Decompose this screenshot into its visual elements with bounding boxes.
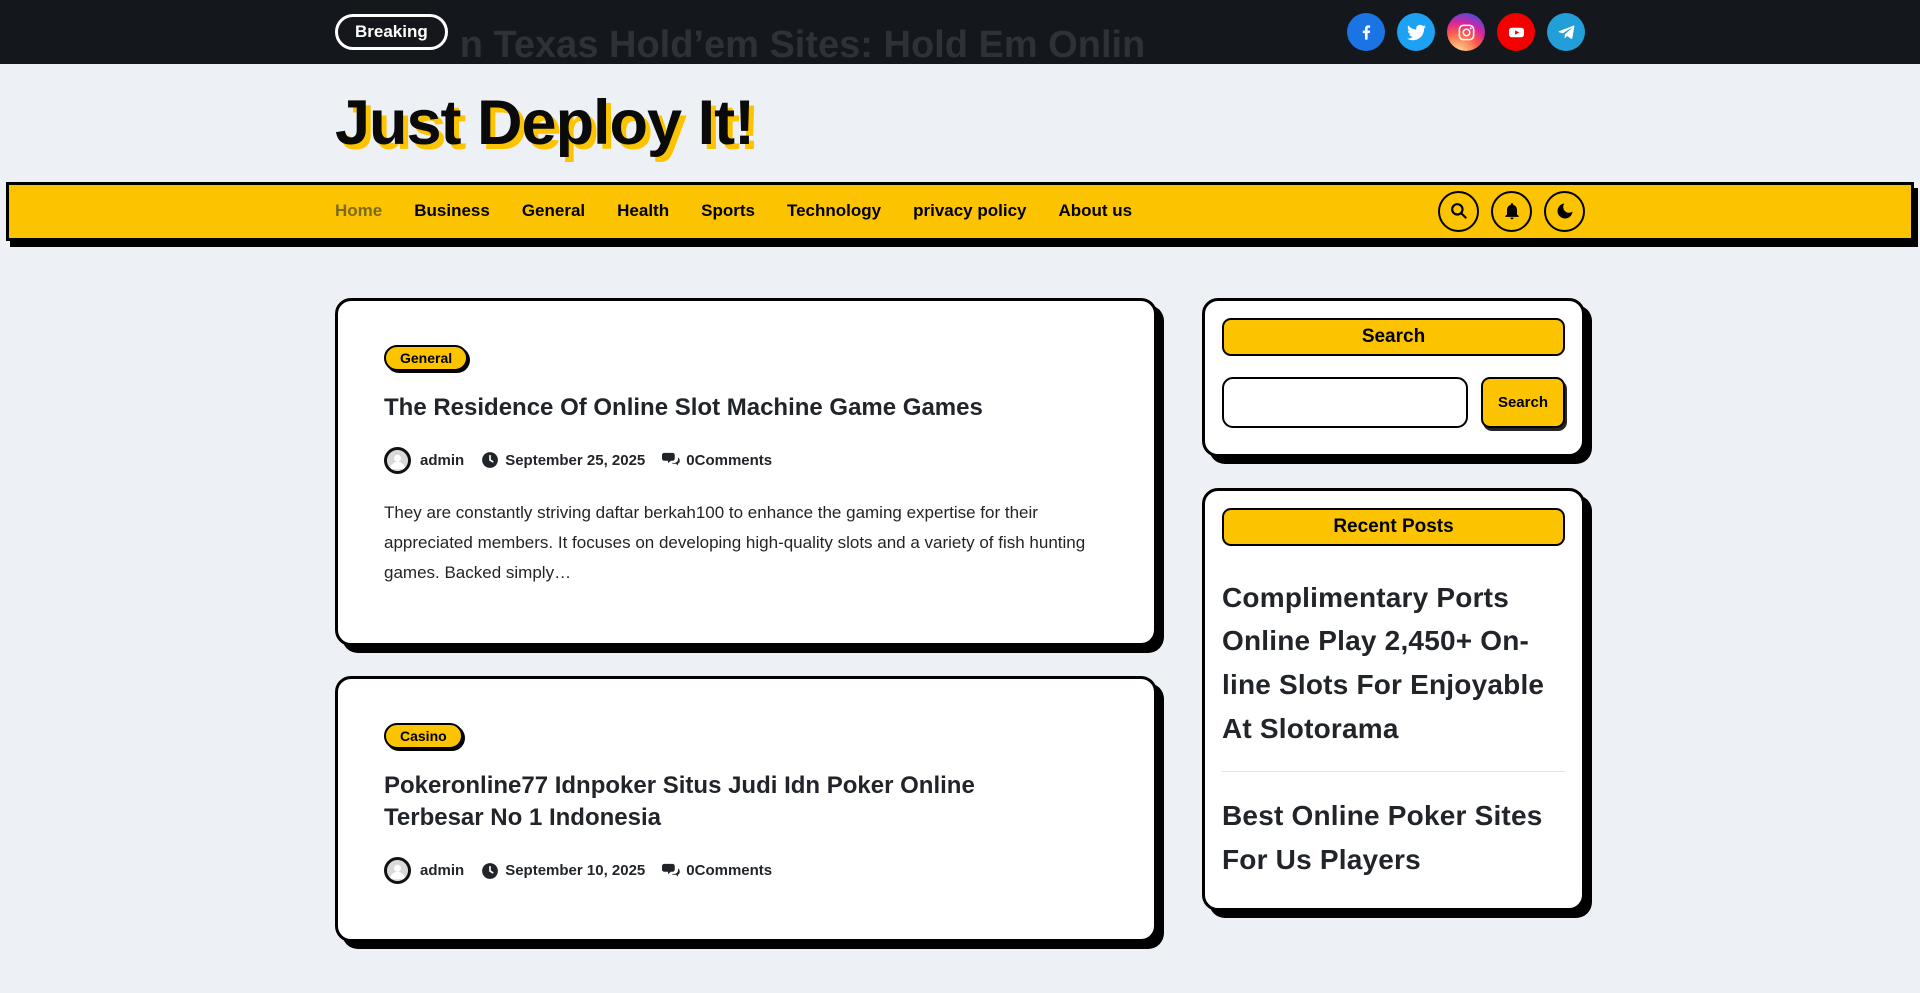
clock-icon (481, 862, 499, 880)
recent-posts-title: Recent Posts (1222, 508, 1565, 546)
comments-link[interactable]: 0Comments (686, 452, 772, 469)
post-title: Pokeronline77 Idnpoker Situs Judi Idn Po… (384, 770, 1074, 835)
recent-post-link[interactable]: Best Online Poker Sites For Us Players (1222, 794, 1565, 881)
avatar (384, 857, 411, 884)
site-title-link[interactable]: Just Deploy It! (335, 86, 775, 162)
nav-item-sports: Sports (701, 201, 755, 221)
youtube-icon[interactable] (1497, 13, 1535, 51)
post-title-link[interactable]: Pokeronline77 Idnpoker Situs Judi Idn Po… (384, 772, 975, 831)
news-ticker-headline[interactable]: n Texas Hold’em Sites: Hold Em Onlin (460, 13, 1317, 64)
category-badge[interactable]: General (384, 345, 468, 371)
moon-icon[interactable] (1544, 191, 1585, 232)
recent-posts-widget: Recent Posts Complimentary Ports Online … (1202, 488, 1585, 911)
nav-item-health: Health (617, 201, 669, 221)
search-widget: Search Search (1202, 298, 1585, 457)
post-comments: 0Comments (662, 451, 772, 469)
breaking-badge: Breaking (335, 14, 448, 50)
post-date: September 25, 2025 (481, 451, 645, 469)
divider (1222, 771, 1565, 772)
post-list: General The Residence Of Online Slot Mac… (335, 298, 1157, 973)
search-submit-button[interactable]: Search (1481, 377, 1565, 428)
search-form: Search (1222, 377, 1565, 428)
nav-item-privacy-policy: privacy policy (913, 201, 1026, 221)
social-links (1347, 13, 1585, 51)
main-content: General The Residence Of Online Slot Mac… (0, 241, 1920, 973)
twitter-icon[interactable] (1397, 13, 1435, 51)
post-title: The Residence Of Online Slot Machine Gam… (384, 392, 1074, 424)
search-widget-title: Search (1222, 318, 1565, 356)
comments-link[interactable]: 0Comments (686, 862, 772, 879)
bell-icon[interactable] (1491, 191, 1532, 232)
site-header: Just Deploy It! (0, 64, 1920, 182)
post-excerpt: They are constantly striving daftar berk… (384, 498, 1108, 588)
news-ticker: n Texas Hold’em Sites: Hold Em Onlin (460, 0, 1317, 64)
post-meta: admin September 10, 2025 0Comments (384, 857, 1108, 884)
comments-icon (662, 862, 680, 880)
telegram-icon[interactable] (1547, 13, 1585, 51)
post-meta: admin September 25, 2025 0Comments (384, 447, 1108, 474)
instagram-icon[interactable] (1447, 13, 1485, 51)
search-input[interactable] (1222, 377, 1468, 428)
avatar (384, 447, 411, 474)
post-comments: 0Comments (662, 862, 772, 880)
nav-item-technology: Technology (787, 201, 881, 221)
nav-menu: Home Business General Health Sports Tech… (335, 201, 1132, 221)
post-author-link[interactable]: admin (420, 452, 464, 469)
nav-item-about-us: About us (1058, 201, 1132, 221)
recent-posts-list: Complimentary Ports Online Play 2,450+ O… (1222, 576, 1565, 882)
nav-item-home: Home (335, 201, 382, 221)
breaking-bar: Breaking n Texas Hold’em Sites: Hold Em … (0, 0, 1920, 64)
page-title: Just Deploy It! (335, 86, 1585, 162)
post-card: Casino Pokeronline77 Idnpoker Situs Judi… (335, 676, 1157, 943)
sidebar: Search Search Recent Posts Complimentary… (1202, 298, 1585, 942)
post-date: September 10, 2025 (481, 862, 645, 880)
nav-item-general: General (522, 201, 585, 221)
nav-item-business: Business (414, 201, 490, 221)
post-title-link[interactable]: The Residence Of Online Slot Machine Gam… (384, 394, 983, 421)
comments-icon (662, 451, 680, 469)
facebook-icon[interactable] (1347, 13, 1385, 51)
post-author-link[interactable]: admin (420, 862, 464, 879)
search-icon[interactable] (1438, 191, 1479, 232)
recent-post-link[interactable]: Complimentary Ports Online Play 2,450+ O… (1222, 576, 1565, 751)
post-card: General The Residence Of Online Slot Mac… (335, 298, 1157, 646)
category-badge[interactable]: Casino (384, 723, 463, 749)
clock-icon (481, 451, 499, 469)
main-navigation: Home Business General Health Sports Tech… (6, 182, 1914, 241)
nav-actions (1438, 191, 1585, 232)
